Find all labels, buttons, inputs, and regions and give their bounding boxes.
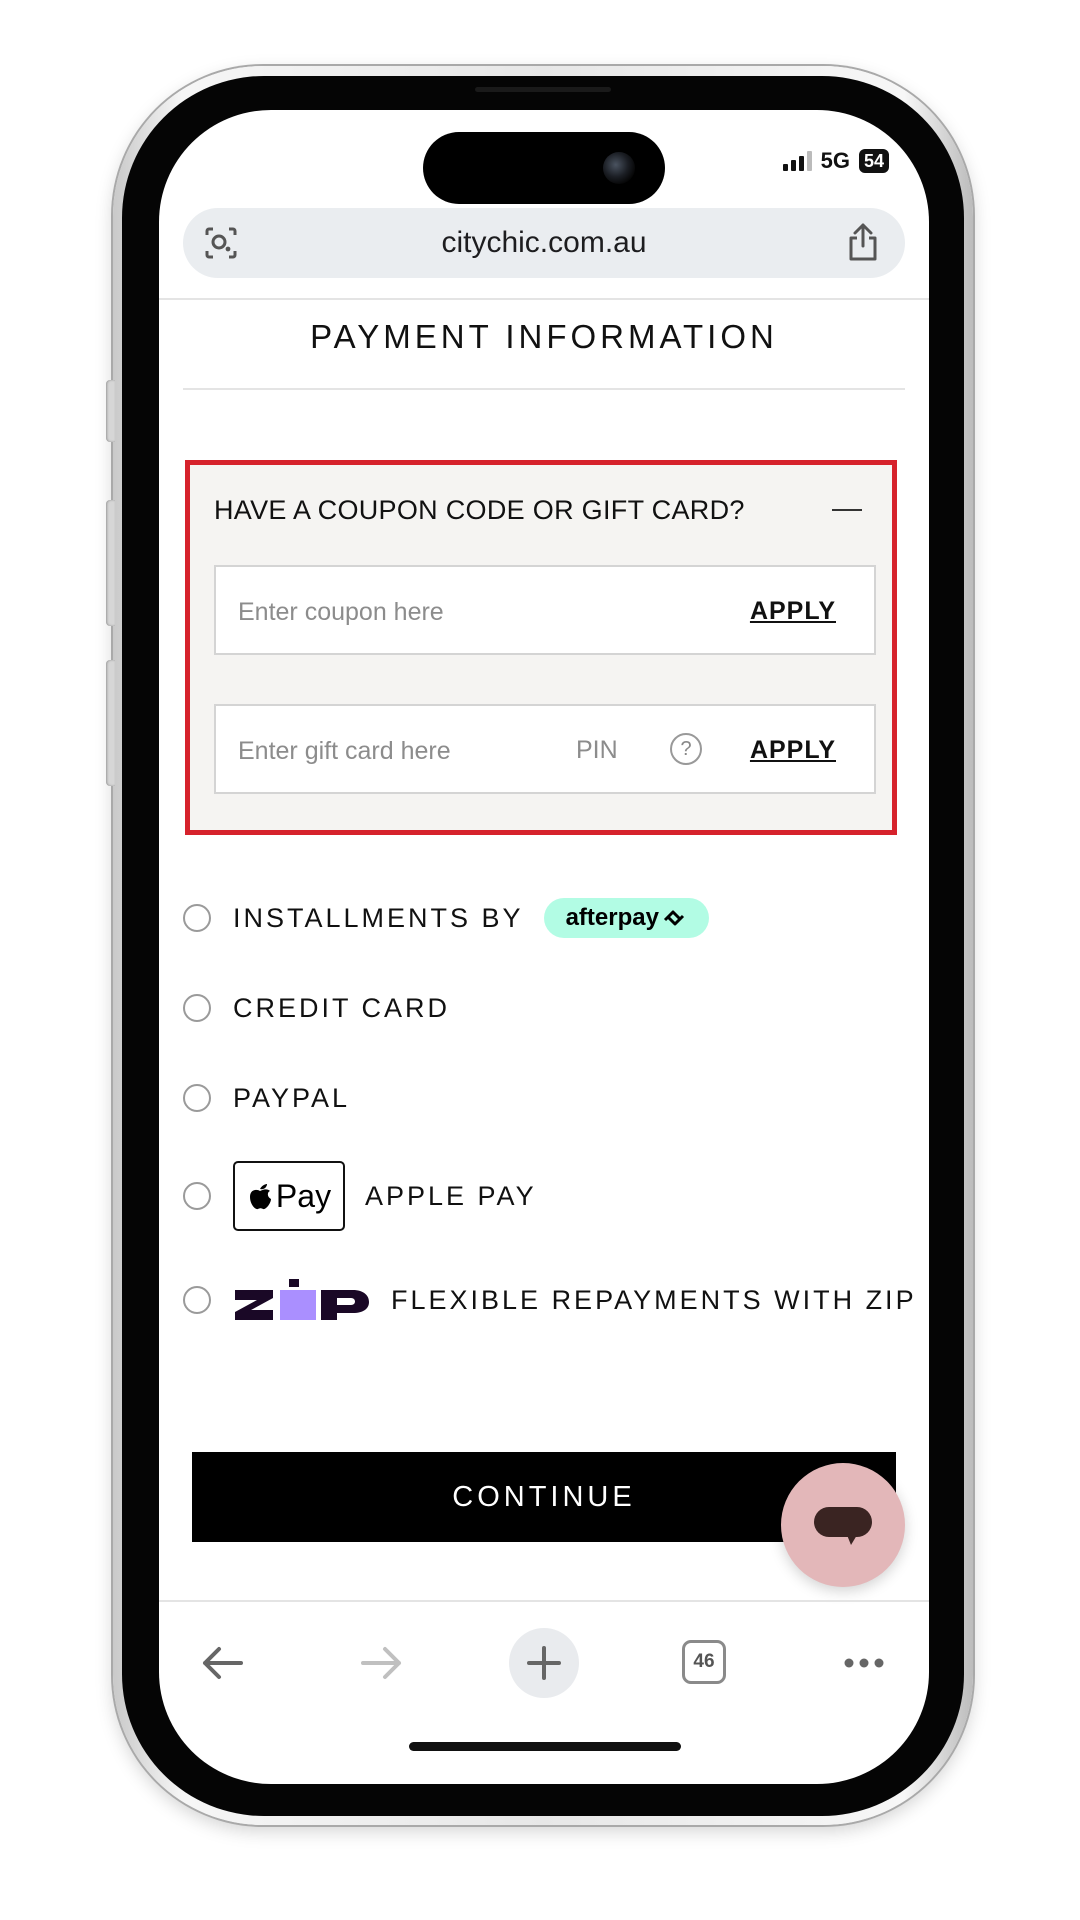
volume-down-button <box>106 660 115 786</box>
home-indicator[interactable] <box>409 1742 681 1751</box>
radio-afterpay[interactable] <box>183 904 211 932</box>
coupon-section: HAVE A COUPON CODE OR GIFT CARD? APPLY P… <box>185 460 897 835</box>
giftcard-field: PIN ? APPLY <box>214 704 876 794</box>
title-divider <box>183 388 905 390</box>
radio-credit-card[interactable] <box>183 994 211 1022</box>
afterpay-arrows-icon <box>663 910 684 926</box>
coupon-apply-link[interactable]: APPLY <box>750 597 836 626</box>
speaker-slot <box>475 87 611 92</box>
radio-apple-pay[interactable] <box>183 1182 211 1210</box>
share-icon[interactable] <box>845 222 881 262</box>
battery-icon: 54 <box>858 149 889 173</box>
address-bar[interactable]: citychic.com.au <box>183 208 905 278</box>
apple-icon <box>249 1184 271 1210</box>
status-bar: 5G 54 <box>782 146 889 176</box>
payment-option-apple-pay[interactable]: Pay APPLE PAY <box>183 1158 537 1234</box>
more-options-icon[interactable] <box>829 1628 899 1698</box>
giftcard-input[interactable] <box>236 728 560 774</box>
option-label: FLEXIBLE REPAYMENTS WITH ZIP <box>391 1284 917 1315</box>
back-arrow-icon[interactable] <box>187 1628 257 1698</box>
payment-option-afterpay[interactable]: INSTALLMENTS BY afterpay <box>183 888 709 948</box>
collapse-icon[interactable] <box>832 509 862 511</box>
giftcard-apply-link[interactable]: APPLY <box>750 736 836 765</box>
pin-input[interactable]: PIN <box>576 736 618 765</box>
payment-option-credit-card[interactable]: CREDIT CARD <box>183 978 450 1038</box>
new-tab-plus-icon[interactable] <box>509 1628 579 1698</box>
option-label: CREDIT CARD <box>233 992 451 1023</box>
radio-paypal[interactable] <box>183 1084 211 1112</box>
option-label: PAYPAL <box>233 1082 351 1113</box>
tab-count-icon: 46 <box>682 1640 726 1684</box>
afterpay-logo: afterpay <box>543 898 709 938</box>
option-label: INSTALLMENTS BY <box>233 902 524 933</box>
url-text[interactable]: citychic.com.au <box>183 226 905 260</box>
network-type: 5G <box>820 148 850 173</box>
radio-zip[interactable] <box>183 1286 211 1314</box>
signal-icon <box>782 151 812 171</box>
coupon-heading[interactable]: HAVE A COUPON CODE OR GIFT CARD? <box>214 495 745 526</box>
action-button <box>106 380 115 442</box>
volume-up-button <box>106 500 115 626</box>
dynamic-island <box>423 132 665 204</box>
help-icon[interactable]: ? <box>670 733 702 765</box>
chat-button[interactable] <box>781 1463 905 1587</box>
header-divider <box>159 298 929 300</box>
page-title: PAYMENT INFORMATION <box>310 318 778 355</box>
forward-arrow-icon[interactable] <box>347 1628 417 1698</box>
payment-option-zip[interactable]: FLEXIBLE REPAYMENTS WITH ZIP <box>183 1270 917 1330</box>
zip-logo <box>235 1279 369 1320</box>
coupon-field: APPLY <box>214 565 876 655</box>
option-label: APPLE PAY <box>365 1180 537 1211</box>
browser-toolbar: 46 <box>159 1614 929 1714</box>
camera-icon <box>603 152 635 184</box>
phone-screen: 5G 54 citychic.com.au PAYMENT INFORMATIO… <box>159 110 929 1784</box>
apple-pay-logo: Pay <box>233 1161 345 1231</box>
payment-option-paypal[interactable]: PAYPAL <box>183 1068 350 1128</box>
tabs-button[interactable]: 46 <box>669 1628 739 1698</box>
toolbar-divider <box>159 1600 929 1602</box>
coupon-input[interactable] <box>236 589 560 635</box>
chat-bubble-icon <box>814 1507 872 1545</box>
